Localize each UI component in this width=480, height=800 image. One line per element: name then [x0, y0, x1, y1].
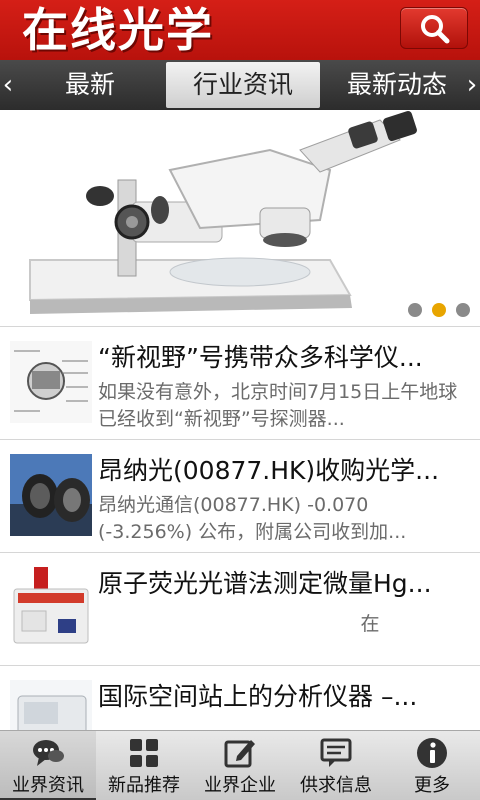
tab-enterprises[interactable]: 业界企业	[192, 731, 288, 800]
microscope-image	[29, 110, 417, 314]
carousel-dot-active[interactable]	[432, 303, 446, 317]
tab-label: 业界企业	[204, 775, 276, 796]
carousel-indicator	[398, 302, 470, 317]
carousel-dot[interactable]	[408, 303, 422, 317]
tab-label: 更多	[414, 775, 450, 796]
grid-icon	[130, 739, 158, 767]
news-thumbnail	[10, 341, 92, 423]
news-item[interactable]: 昂纳光(00877.HK)收购光学... 昂纳光通信(00877.HK) -0.…	[0, 439, 480, 552]
news-item[interactable]: 原子荧光光谱法测定微量Hg... 在	[0, 552, 480, 665]
tab-latest[interactable]: 最新	[40, 62, 140, 108]
news-thumbnail	[10, 567, 92, 649]
edit-icon	[224, 740, 255, 768]
tab-industry-info[interactable]: 业界资讯	[0, 731, 96, 800]
news-list: “新视野”号携带众多科学仪... 如果没有意外，北京时间7月15日上午地球已经收…	[0, 326, 480, 730]
carousel-dot[interactable]	[456, 303, 470, 317]
category-nav: ‹ 最新 行业资讯 最新动态 ›	[0, 60, 480, 110]
bottom-tab-bar: 业界资讯 新品推荐 业界企业 供求信息 更多	[0, 730, 480, 800]
chat-icon	[33, 740, 64, 766]
tab-more[interactable]: 更多	[384, 731, 480, 800]
tab-label: 供求信息	[300, 775, 372, 796]
news-title: 国际空间站上的分析仪器 –...	[98, 682, 418, 711]
news-item[interactable]: “新视野”号携带众多科学仪... 如果没有意外，北京时间7月15日上午地球已经收…	[0, 326, 480, 439]
search-icon	[421, 15, 450, 44]
app-header: 在线光学	[0, 0, 480, 60]
news-title: 原子荧光光谱法测定微量Hg...	[98, 569, 432, 598]
news-summary: 昂纳光通信(00877.HK) -0.070 (-3.256%) 公布，附属公司…	[98, 494, 407, 543]
banner-carousel[interactable]	[0, 110, 480, 326]
tab-label: 业界资讯	[12, 775, 84, 796]
search-button[interactable]	[400, 7, 468, 49]
app-title: 在线光学	[22, 3, 214, 57]
tab-label: 新品推荐	[108, 775, 180, 796]
tab-new-products[interactable]: 新品推荐	[96, 731, 192, 800]
news-summary: 在	[360, 613, 380, 635]
news-thumbnail	[10, 454, 92, 536]
nav-next-arrow-icon[interactable]: ›	[464, 60, 480, 110]
news-title: “新视野”号携带众多科学仪...	[98, 343, 423, 372]
message-icon	[320, 738, 352, 767]
tab-industry-news[interactable]: 行业资讯	[166, 62, 320, 108]
tab-latest-updates[interactable]: 最新动态	[334, 62, 460, 108]
news-title: 昂纳光(00877.HK)收购光学...	[98, 456, 440, 485]
info-icon	[417, 738, 447, 768]
news-summary: 如果没有意外，北京时间7月15日上午地球已经收到“新视野”号探测器...	[98, 381, 458, 430]
news-thumbnail	[10, 680, 92, 730]
tab-supply-demand[interactable]: 供求信息	[288, 731, 384, 800]
news-item[interactable]: 国际空间站上的分析仪器 –...	[0, 665, 480, 730]
nav-prev-arrow-icon[interactable]: ‹	[0, 60, 16, 110]
